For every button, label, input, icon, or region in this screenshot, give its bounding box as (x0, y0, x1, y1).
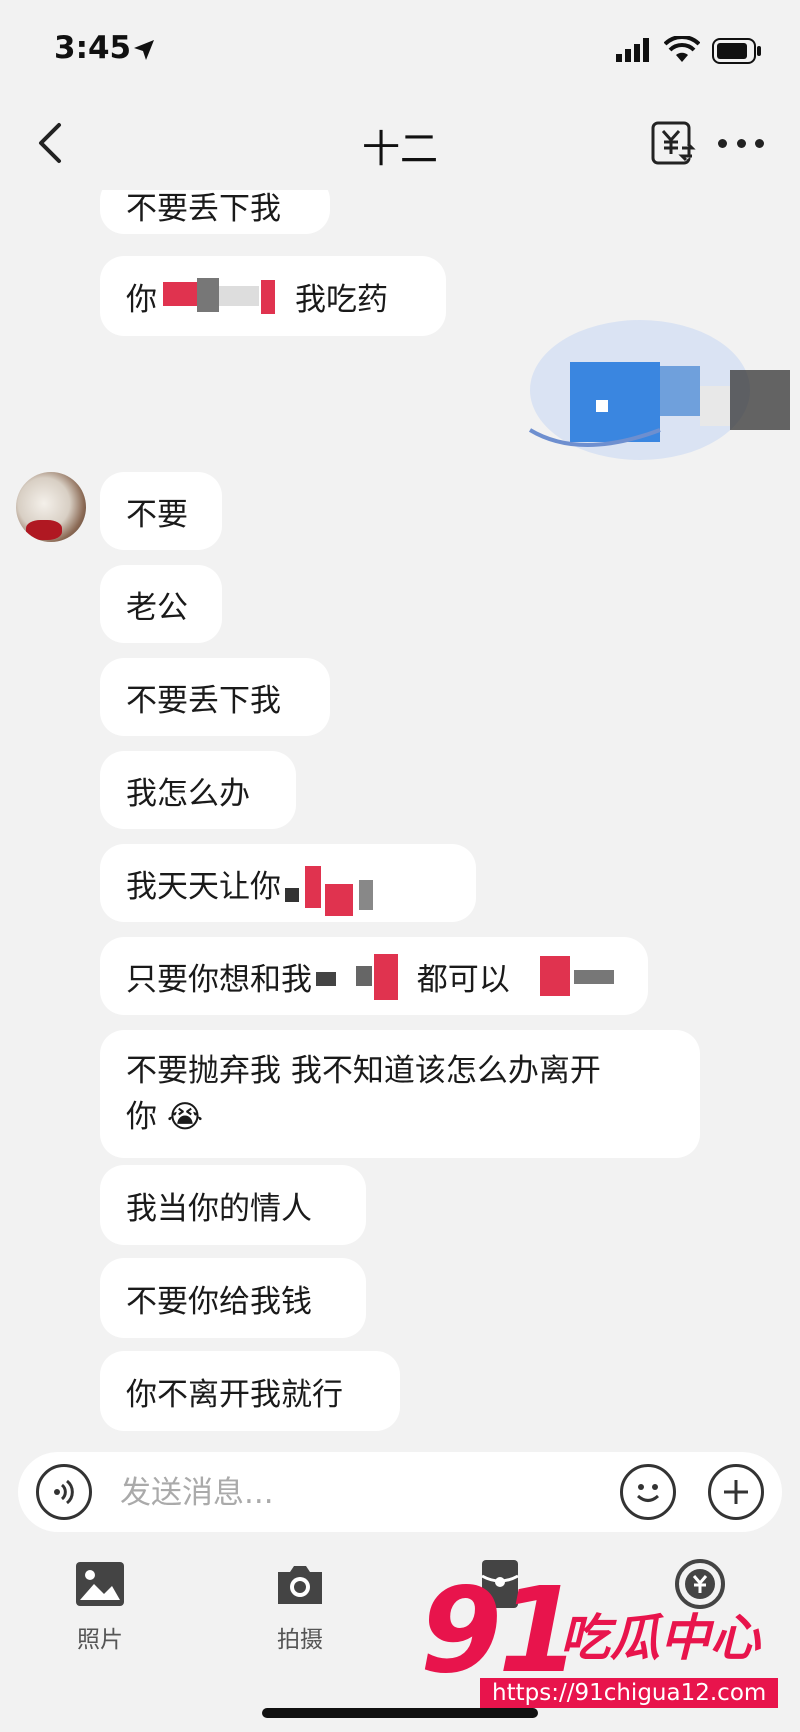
message-bubble[interactable]: 不要丢下我 (100, 190, 330, 234)
censored-sent-image (528, 320, 790, 460)
tool-label: 照片 (77, 1627, 123, 1653)
message-list[interactable]: 不要丢下我 你 我吃药 不要 老公 不要丢下我 我怎么办 我天天让你 只要你想和… (0, 190, 800, 1448)
message-bubble[interactable]: 只要你想和我 都可以 (100, 937, 648, 1015)
contact-avatar[interactable] (16, 472, 86, 542)
message-bubble[interactable]: 我当你的情人 (100, 1165, 366, 1245)
avatar-detail (26, 520, 62, 540)
censored-region (312, 952, 417, 1000)
home-indicator[interactable] (262, 1708, 538, 1718)
voice-wave-icon (54, 1479, 74, 1505)
voice-input-button[interactable] (36, 1464, 92, 1520)
photo-button[interactable]: 照片 (40, 1550, 160, 1654)
censored-region (281, 866, 391, 916)
emoji-button[interactable] (620, 1464, 676, 1520)
cellular-signal-icon (616, 38, 649, 62)
message-text: 老公 (126, 589, 188, 626)
watermark-name: 吃瓜中心 (560, 1609, 760, 1667)
battery-icon (712, 38, 761, 64)
message-input-bar (18, 1452, 782, 1532)
message-bubble[interactable]: 不要 (100, 472, 222, 550)
censored-region (510, 952, 622, 1000)
message-text: 不要你给我钱 (126, 1283, 312, 1320)
message-text: 我怎么办 (126, 775, 250, 812)
plus-icon (724, 1480, 748, 1504)
message-bubble[interactable]: 我怎么办 (100, 751, 296, 829)
message-text: 不要 (126, 496, 188, 533)
message-bubble[interactable]: 你不离开我就行 (100, 1351, 400, 1431)
message-text: 你不离开我就行 (126, 1376, 343, 1413)
message-text: 不要丢下我 (126, 682, 281, 719)
smiley-icon (636, 1484, 660, 1502)
status-time: 3:45 (54, 30, 132, 66)
camera-icon (278, 1566, 322, 1604)
message-bubble[interactable]: 不要丢下我 (100, 658, 330, 736)
message-text-line: 你 😭 (126, 1094, 203, 1140)
message-text: 都可以 (416, 961, 510, 998)
censored-region (157, 276, 291, 316)
message-text: 不要抛弃我 我不知道该怎么办离开 (126, 1053, 601, 1089)
message-text: 你 (126, 281, 157, 318)
message-text: 只要你想和我 (126, 961, 312, 998)
message-bubble[interactable]: 你 我吃药 (100, 256, 446, 336)
transfer-money-button[interactable] (650, 120, 696, 166)
camera-button[interactable]: 拍摄 (240, 1550, 360, 1654)
watermark-logo: 91 吃瓜中心 https://91chigua12.com (420, 1570, 780, 1720)
message-bubble[interactable]: 老公 (100, 565, 222, 643)
watermark-brand: 91 (420, 1561, 580, 1699)
message-text: 不要丢下我 (126, 190, 281, 227)
status-bar: 3:45 (0, 0, 800, 100)
watermark-url: https://91chigua12.com (480, 1678, 779, 1708)
add-attachment-button[interactable] (708, 1464, 764, 1520)
message-text: 我吃药 (295, 281, 388, 318)
location-arrow-icon (134, 40, 154, 60)
message-input[interactable] (118, 1470, 602, 1516)
dot-icon (755, 138, 764, 148)
yuan-transfer-icon (651, 121, 696, 165)
chat-header: 十二 (0, 100, 800, 190)
dot-icon (736, 138, 746, 148)
message-bubble[interactable]: 我天天让你 (100, 844, 476, 922)
wifi-icon (664, 36, 700, 62)
message-bubble[interactable]: 不要抛弃我 我不知道该怎么办离开 你 😭 (100, 1030, 700, 1158)
message-text: 你 (126, 1099, 157, 1135)
crying-emoji-icon: 😭 (166, 1099, 204, 1135)
message-bubble[interactable]: 不要你给我钱 (100, 1258, 366, 1338)
message-text: 我当你的情人 (126, 1190, 312, 1227)
photo-icon (76, 1562, 124, 1606)
tool-label: 拍摄 (277, 1627, 323, 1653)
dot-icon (718, 138, 727, 148)
more-options-button[interactable] (718, 126, 764, 160)
message-text: 我天天让你 (126, 868, 281, 905)
